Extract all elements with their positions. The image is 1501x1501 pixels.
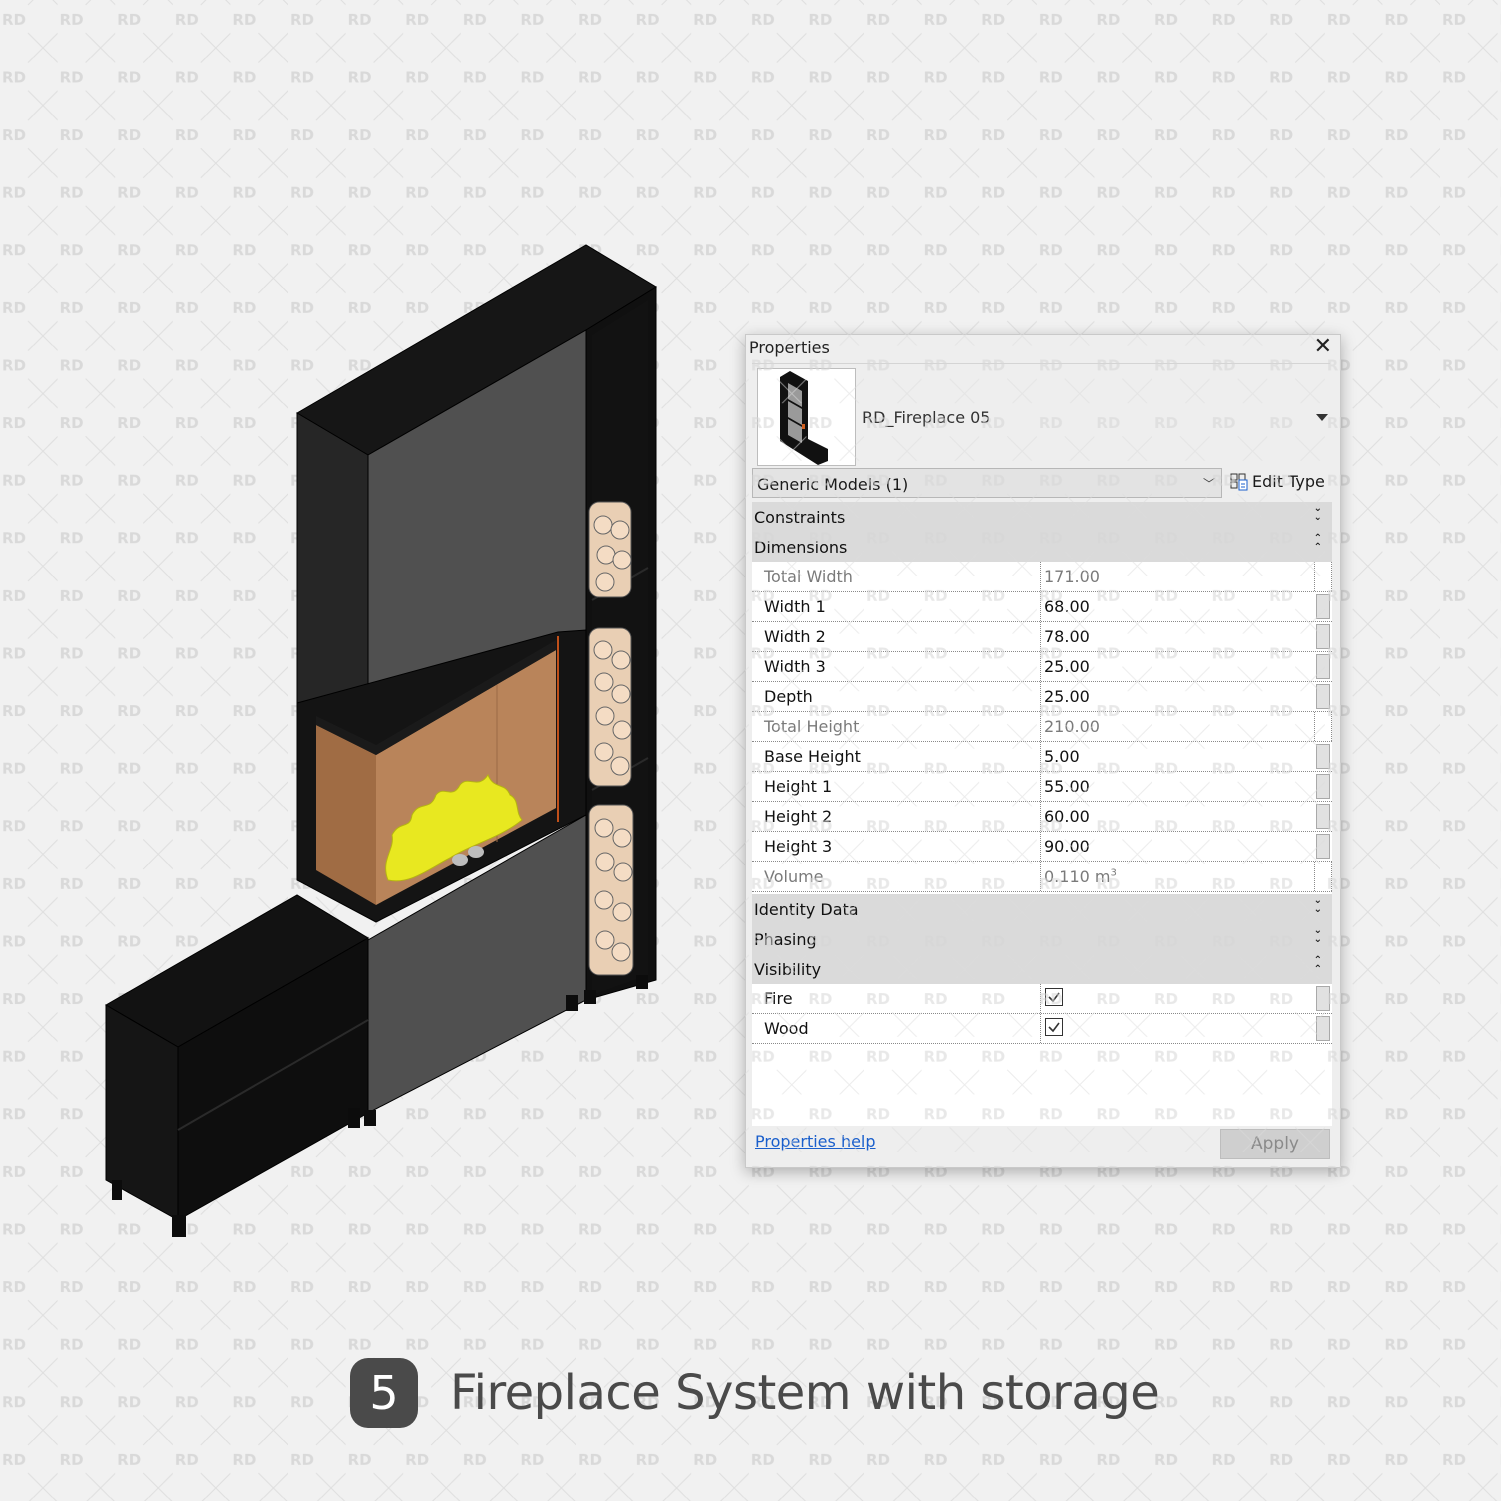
property-row-height-3[interactable]: Height 3 90.00 — [752, 832, 1332, 862]
associate-parameter-button[interactable] — [1316, 774, 1330, 799]
group-visibility[interactable]: Visibility ⌃ ⌃ — [752, 954, 1332, 984]
associate-parameter-button[interactable] — [1316, 804, 1330, 829]
property-row-total-height: Total Height 210.00 — [752, 712, 1332, 742]
property-row-fire[interactable]: Fire — [752, 984, 1332, 1014]
property-name: Height 1 — [764, 777, 833, 796]
properties-help-link[interactable]: Properties help — [755, 1132, 876, 1151]
collapse-icon[interactable]: ⌃ ⌃ — [1314, 534, 1322, 553]
associate-parameter-button[interactable] — [1316, 654, 1330, 679]
property-name: Height 3 — [764, 837, 833, 856]
associate-parameter-button[interactable] — [1316, 1016, 1330, 1041]
property-name: Fire — [764, 989, 793, 1008]
property-row-depth[interactable]: Depth 25.00 — [752, 682, 1332, 712]
collapse-icon[interactable]: ⌃ ⌃ — [1314, 956, 1322, 975]
property-value: 210.00 — [1040, 712, 1312, 741]
fire-visibility-checkbox[interactable] — [1045, 988, 1063, 1006]
associate-parameter-button[interactable] — [1316, 684, 1330, 709]
type-thumbnail — [757, 368, 856, 466]
property-name: Wood — [764, 1019, 809, 1038]
property-value-input[interactable]: 78.00 — [1040, 622, 1312, 651]
palette-title: Properties — [749, 338, 830, 357]
associate-parameter-button[interactable] — [1316, 594, 1330, 619]
property-value — [1040, 984, 1312, 1013]
wood-stack-1 — [588, 501, 632, 598]
properties-palette: Properties ✕ RD_Fireplace 05 Generic Mod… — [745, 334, 1341, 1168]
chevron-down-icon: ﹀ — [1202, 477, 1215, 491]
property-value: 171.00 — [1040, 562, 1312, 591]
property-value-input[interactable]: 60.00 — [1040, 802, 1312, 831]
edit-type-icon — [1230, 473, 1248, 490]
category-filter-value: Generic Models (1) — [757, 475, 909, 494]
expand-icon[interactable]: ⌄ ⌄ — [1314, 896, 1322, 915]
property-value-input[interactable]: 90.00 — [1040, 832, 1312, 861]
firewood-stacks — [588, 501, 634, 976]
type-selector[interactable]: RD_Fireplace 05 — [752, 363, 1330, 466]
group-phasing[interactable]: Phasing ⌄ ⌄ — [752, 924, 1332, 954]
property-name: Total Width — [764, 567, 853, 586]
property-row-base-height[interactable]: Base Height 5.00 — [752, 742, 1332, 772]
caption: 5 Fireplace System with storage — [350, 1358, 1160, 1428]
property-row-width-2[interactable]: Width 2 78.00 — [752, 622, 1332, 652]
group-label: Dimensions — [754, 538, 848, 557]
group-constraints[interactable]: Constraints ⌄ ⌄ — [752, 502, 1332, 532]
wood-visibility-checkbox[interactable] — [1045, 1018, 1063, 1036]
property-name: Width 2 — [764, 627, 826, 646]
family-type-name: RD_Fireplace 05 — [862, 408, 991, 427]
property-row-total-width: Total Width 171.00 — [752, 562, 1332, 592]
group-label: Constraints — [754, 508, 846, 527]
property-row-width-3[interactable]: Width 3 25.00 — [752, 652, 1332, 682]
property-value-input[interactable]: 5.00 — [1040, 742, 1312, 771]
property-name: Volume — [764, 867, 824, 886]
property-name: Height 2 — [764, 807, 833, 826]
property-name: Width 1 — [764, 597, 826, 616]
property-value-input[interactable]: 55.00 — [1040, 772, 1312, 801]
property-grid: Constraints ⌄ ⌄ Dimensions ⌃ ⌃ Total Width… — [752, 502, 1332, 1126]
checkmark-icon — [1048, 992, 1060, 1003]
expand-icon[interactable]: ⌄ ⌄ — [1314, 926, 1322, 945]
property-row-height-1[interactable]: Height 1 55.00 — [752, 772, 1332, 802]
caption-title: Fireplace System with storage — [450, 1365, 1160, 1421]
property-name: Width 3 — [764, 657, 826, 676]
associate-parameter-button[interactable] — [1316, 834, 1330, 859]
property-name: Depth — [764, 687, 813, 706]
checkmark-icon — [1048, 1022, 1060, 1033]
edit-type-label: Edit Type — [1252, 472, 1325, 491]
step-number-badge: 5 — [350, 1358, 418, 1428]
group-label: Identity Data — [754, 900, 859, 919]
close-icon[interactable]: ✕ — [1314, 336, 1332, 358]
group-label: Phasing — [754, 930, 817, 949]
property-value-input[interactable]: 25.00 — [1040, 682, 1312, 711]
edit-type-button[interactable]: Edit Type — [1230, 472, 1325, 491]
property-value-input[interactable]: 68.00 — [1040, 592, 1312, 621]
group-label: Visibility — [754, 960, 822, 979]
apply-button[interactable]: Apply — [1220, 1129, 1330, 1159]
property-name: Total Height — [764, 717, 860, 736]
expand-icon[interactable]: ⌄ ⌄ — [1314, 504, 1322, 523]
associate-parameter-button[interactable] — [1316, 744, 1330, 769]
associate-parameter-button[interactable] — [1316, 624, 1330, 649]
group-dimensions[interactable]: Dimensions ⌃ ⌃ — [752, 532, 1332, 562]
property-value: 0.110 m3 — [1040, 862, 1312, 891]
property-row-volume: Volume 0.110 m3 — [752, 862, 1332, 892]
property-row-wood[interactable]: Wood — [752, 1014, 1332, 1044]
type-dropdown-arrow-icon[interactable] — [1316, 414, 1328, 421]
group-identity-data[interactable]: Identity Data ⌄ ⌄ — [752, 894, 1332, 924]
wood-stack-2 — [588, 627, 632, 787]
category-filter-select[interactable]: Generic Models (1) ﹀ — [752, 468, 1222, 498]
property-row-height-2[interactable]: Height 2 60.00 — [752, 802, 1332, 832]
associate-parameter-button[interactable] — [1316, 986, 1330, 1011]
property-value-input[interactable]: 25.00 — [1040, 652, 1312, 681]
property-value — [1040, 1014, 1312, 1043]
wood-stack-3 — [588, 804, 634, 976]
fireplace-thumbnail-icon — [780, 371, 828, 465]
property-row-width-1[interactable]: Width 1 68.00 — [752, 592, 1332, 622]
property-name: Base Height — [764, 747, 861, 766]
